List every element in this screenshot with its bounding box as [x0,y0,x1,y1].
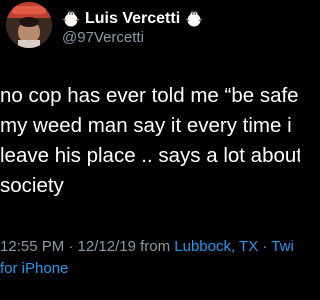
separator: · [258,238,272,255]
tweet-text-line: society [0,174,64,197]
snowflake-emoji-icon [62,10,80,28]
tweet-metadata: 12:55 PM · 12/12/19 from Lubbock, TX · T… [0,236,294,280]
user-handle[interactable]: @97Vercetti [62,29,144,46]
source-link-continued[interactable]: for iPhone [0,258,294,280]
tweet-text-line: my weed man say it every time i [0,114,292,137]
avatar[interactable] [6,2,52,48]
avatar-image [6,2,52,48]
snowflake-emoji-icon [185,10,203,28]
tweet-text-line: no cop has ever told me “be safe [0,84,299,107]
source-link[interactable]: Twi [271,238,294,255]
name-row: Luis Vercetti [62,9,203,29]
location-link[interactable]: Lubbock, TX [174,238,258,255]
tweet-text: no cop has ever told me “be safe my weed… [0,81,300,201]
tweet-text-line: leave his place .. says a lot about [0,144,300,167]
tweet-metadata-line: 12:55 PM · 12/12/19 from Lubbock, TX · T… [0,236,294,258]
timestamp[interactable]: 12:55 PM · 12/12/19 from [0,238,174,255]
display-name[interactable]: Luis Vercetti [85,10,180,28]
tweet-card: Luis Vercetti @97Vercetti no cop has eve… [0,0,300,300]
